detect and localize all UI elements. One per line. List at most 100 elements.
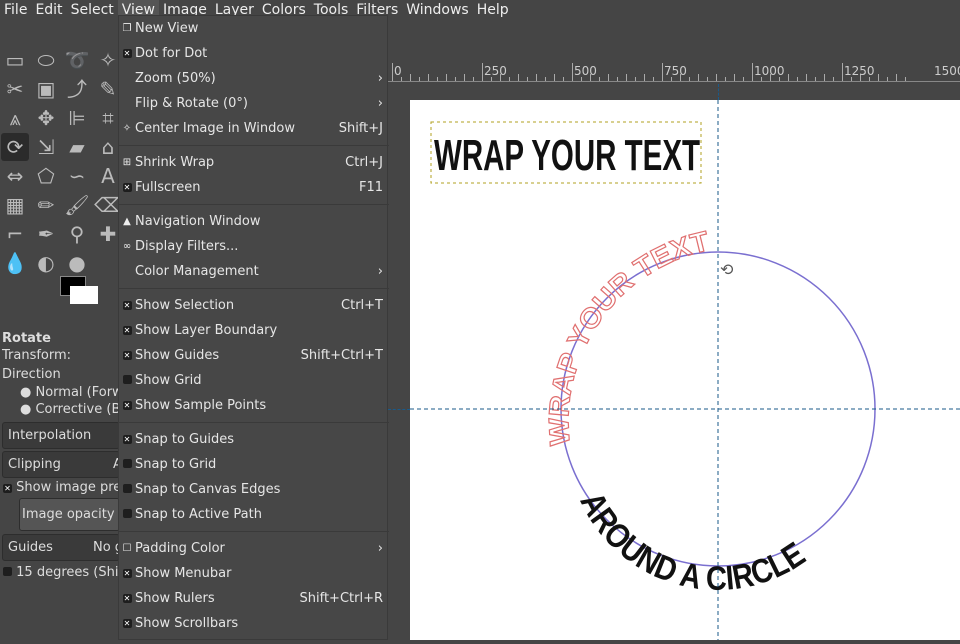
menu-separator <box>119 527 389 536</box>
menu-file[interactable]: File <box>0 0 31 20</box>
align-tool-icon[interactable]: ⊫ <box>63 104 91 132</box>
menu-item-snap-to-canvas-edges[interactable]: Snap to Canvas Edges <box>119 477 389 502</box>
ruler-label: 1500 <box>934 64 960 78</box>
ruler-tick <box>698 74 699 81</box>
menu-shortcut: Ctrl+J <box>345 155 383 170</box>
menu-windows[interactable]: Windows <box>402 0 473 20</box>
glasses-icon: ∞ <box>122 241 132 252</box>
paths-tool-icon[interactable]: ⤴ <box>63 75 91 103</box>
menu-item-label: Show Scrollbars <box>135 616 239 631</box>
ruler-tick <box>887 77 888 81</box>
dodge-tool-icon[interactable]: ◐ <box>32 249 60 277</box>
direction-normal-radio[interactable]: ● Normal (Forw <box>20 385 123 400</box>
menu-item-label: Dot for Dot <box>135 46 208 61</box>
vertical-guide-ext <box>718 84 719 100</box>
scissors-tool-icon[interactable]: ✂ <box>1 75 29 103</box>
menu-item-label: Snap to Active Path <box>135 507 262 522</box>
menu-shortcut: Shift+J <box>338 121 383 136</box>
menu-separator <box>119 418 389 427</box>
pencil-tool-icon[interactable]: ✏ <box>32 191 60 219</box>
flip-tool-icon[interactable]: ⇔ <box>1 162 29 190</box>
degrees-checkbox[interactable]: 15 degrees (Shi <box>3 565 118 580</box>
unchecked-box-icon <box>119 508 135 521</box>
blur-tool-icon[interactable]: ● <box>63 249 91 277</box>
scale-tool-icon[interactable]: ⇲ <box>32 133 60 161</box>
lasso-tool-icon[interactable]: ➰ <box>63 46 91 74</box>
menu-item-snap-to-grid[interactable]: Snap to Grid <box>119 452 389 477</box>
warp-tool-icon[interactable]: ∽ <box>63 162 91 190</box>
menu-item-label: Fullscreen <box>135 180 201 195</box>
shrink-icon: ⊞ <box>122 157 132 168</box>
clipping-label: Clipping <box>8 457 61 472</box>
menu-select[interactable]: Select <box>67 0 118 20</box>
clone-tool-icon[interactable]: ⚲ <box>63 220 91 248</box>
menu-item-center-image-in-window[interactable]: ✧ Center Image in Window Shift+J <box>119 116 389 141</box>
menu-item-navigation-window[interactable]: ▲ Navigation Window <box>119 209 389 234</box>
menu-item-snap-to-active-path[interactable]: Snap to Active Path <box>119 502 389 527</box>
smudge-tool-icon[interactable]: 💧 <box>1 249 29 277</box>
image-canvas[interactable]: WRAP YOUR TEXT WRAP YOUR TEXT AROUND A C… <box>410 100 960 640</box>
submenu-arrow-icon: › <box>377 71 383 86</box>
ruler-tick <box>563 77 564 81</box>
ruler-label: 1250 <box>844 64 875 78</box>
cage-tool-icon[interactable]: ⬠ <box>32 162 60 190</box>
menu-item-show-grid[interactable]: Show Grid <box>119 368 389 393</box>
menu-item-show-scrollbars[interactable]: ✕ Show Scrollbars <box>119 611 389 636</box>
measure-tool-icon[interactable]: ⩓ <box>1 104 29 132</box>
horizontal-ruler[interactable]: 0 250 500 750 1000 1250 1500 <box>388 62 960 82</box>
paintbrush-tool-icon[interactable]: 🖌 <box>63 191 91 219</box>
view-menu: ❐ New View ✕ Dot for Dot Zoom (50%) › Flip & R… <box>118 15 389 640</box>
menu-item-label: Color Management <box>135 264 259 279</box>
menu-item-fullscreen[interactable]: ✕ Fullscreen F11 <box>119 175 389 200</box>
menu-item-snap-to-guides[interactable]: ✕ Snap to Guides <box>119 427 389 452</box>
rect-select-tool-icon[interactable]: ▭ <box>1 46 29 74</box>
menu-help[interactable]: Help <box>473 0 513 20</box>
menu-edit[interactable]: Edit <box>31 0 66 20</box>
foreground-select-tool-icon[interactable]: ▣ <box>32 75 60 103</box>
menu-item-show-selection[interactable]: ✕ Show Selection Ctrl+T <box>119 293 389 318</box>
menu-item-padding-color[interactable]: ☐ Padding Color › <box>119 536 389 561</box>
show-preview-checkbox[interactable]: ✕ Show image pre <box>3 480 121 495</box>
ink-tool-icon[interactable]: ✒ <box>32 220 60 248</box>
background-color[interactable] <box>70 286 98 304</box>
menu-item-show-guides[interactable]: ✕ Show Guides Shift+Ctrl+T <box>119 343 389 368</box>
ruler-tick <box>824 74 825 81</box>
menu-item-display-filters[interactable]: ∞ Display Filters... <box>119 234 389 259</box>
menu-item-show-sample-points[interactable]: ✕ Show Sample Points <box>119 393 389 418</box>
menu-shortcut: Ctrl+T <box>341 298 383 313</box>
menu-item-shrink-wrap[interactable]: ⊞ Shrink Wrap Ctrl+J <box>119 150 389 175</box>
airbrush-tool-icon[interactable]: ⌐ <box>1 220 29 248</box>
direction-corrective-radio[interactable]: ● Corrective (B <box>20 402 120 417</box>
menu-item-label: Show Guides <box>135 348 220 363</box>
guides-select[interactable]: Guides No g <box>2 534 123 561</box>
ruler-tick <box>626 74 627 81</box>
menu-item-flip-rotate-0[interactable]: Flip & Rotate (0°) › <box>119 91 389 116</box>
menu-item-dot-for-dot[interactable]: ✕ Dot for Dot <box>119 41 389 66</box>
menu-item-label: Show Grid <box>135 373 202 388</box>
menu-item-show-rulers[interactable]: ✕ Show Rulers Shift+Ctrl+R <box>119 586 389 611</box>
ruler-tick <box>725 77 726 81</box>
menu-item-label: Snap to Guides <box>135 432 234 447</box>
menu-item-label: Zoom (50%) <box>135 71 216 86</box>
unchecked-box-icon <box>119 458 135 471</box>
shear-tool-icon[interactable]: ▰ <box>63 133 91 161</box>
menu-item-show-menubar[interactable]: ✕ Show Menubar <box>119 561 389 586</box>
menu-item-label: New View <box>135 21 199 36</box>
bucket-fill-tool-icon[interactable]: ▦ <box>1 191 29 219</box>
menu-item-show-layer-boundary[interactable]: ✕ Show Layer Boundary <box>119 318 389 343</box>
interpolation-select[interactable]: Interpolation <box>2 422 120 449</box>
menu-item-new-view[interactable]: ❐ New View <box>119 16 389 41</box>
ruler-tick <box>473 77 474 81</box>
ruler-tick <box>662 63 663 81</box>
menu-separator <box>119 284 389 293</box>
move-tool-icon[interactable]: ✥ <box>32 104 60 132</box>
clipping-select[interactable]: ClippingA <box>2 451 122 478</box>
menu-item-zoom-50[interactable]: Zoom (50%) › <box>119 66 389 91</box>
image-opacity-slider[interactable]: Image opacity <box>19 498 120 531</box>
menu-shortcut: Shift+Ctrl+T <box>300 348 383 363</box>
menu-item-color-management[interactable]: Color Management › <box>119 259 389 284</box>
rotate-tool-icon[interactable]: ⟳ <box>1 133 29 161</box>
ellipse-select-tool-icon[interactable]: ⬭ <box>32 46 60 74</box>
image-opacity-label: Image opacity <box>22 507 115 522</box>
direction-normal-label: Normal (Forw <box>35 385 123 400</box>
